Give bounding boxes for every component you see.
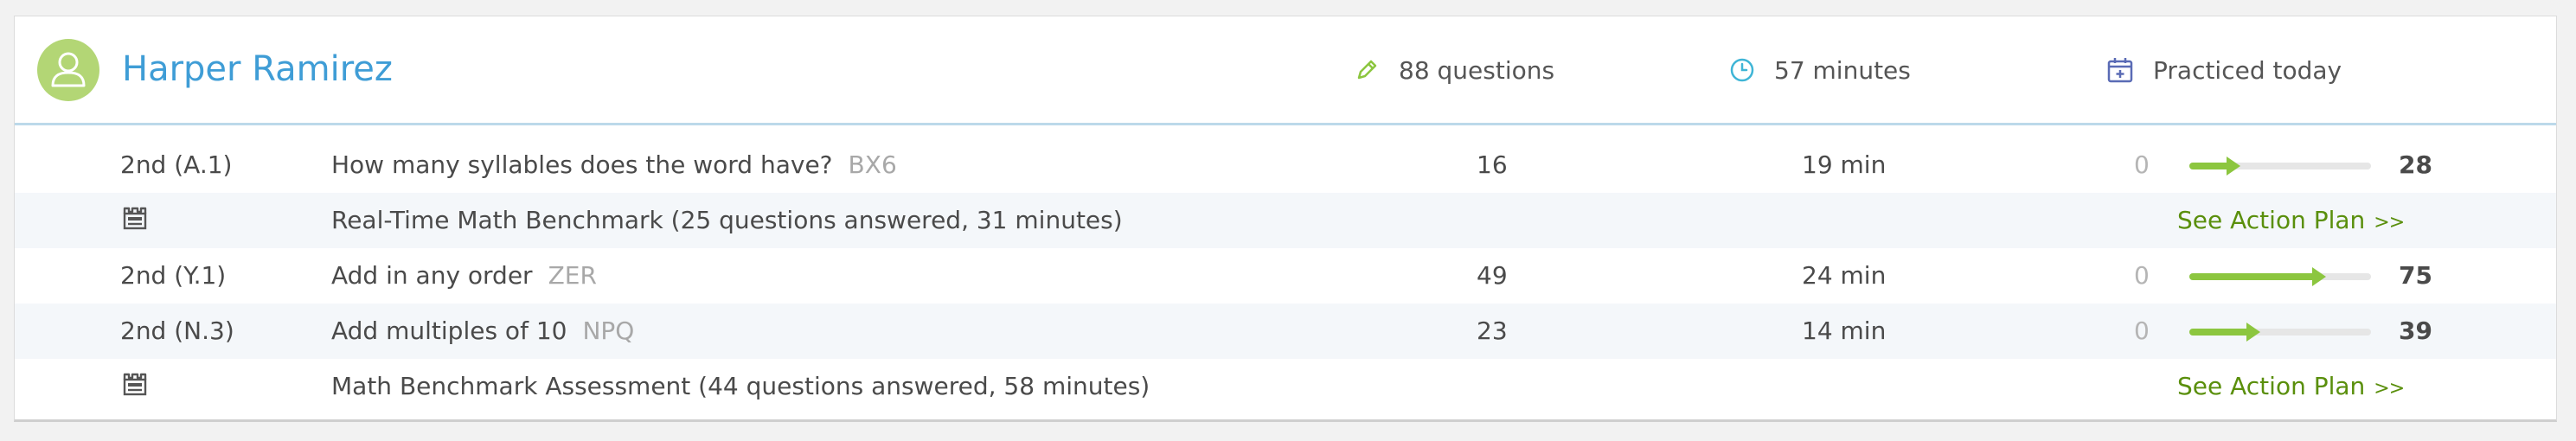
clock-icon — [1730, 58, 1754, 82]
skill-row[interactable]: 2nd (N.3) Add multiples of 10 NPQ 23 14 m… — [15, 304, 2556, 359]
skill-name-cell: Add in any order ZER — [331, 248, 597, 304]
benchmark-icon — [120, 204, 150, 240]
skill-questions: 16 — [1477, 150, 1508, 179]
progress-arrow-icon — [2246, 323, 2260, 342]
benchmark-text: Real-Time Math Benchmark (25 questions a… — [331, 206, 1123, 234]
progress-bar — [2189, 323, 2371, 342]
avatar — [37, 39, 99, 101]
pencil-icon — [1357, 60, 1377, 80]
skill-start-score: 0 — [2134, 261, 2150, 290]
skill-name[interactable]: Add multiples of 10 — [331, 316, 567, 345]
benchmark-text: Math Benchmark Assessment (44 questions … — [331, 372, 1150, 400]
see-action-plan-link[interactable]: See Action Plan >> — [2177, 359, 2405, 417]
see-action-plan-link[interactable]: See Action Plan >> — [2177, 193, 2405, 251]
time-stat: 57 minutes — [1729, 53, 1911, 87]
questions-stat: 88 questions — [1354, 53, 1554, 87]
progress-bar — [2189, 267, 2371, 286]
skill-end-score: 39 — [2399, 316, 2432, 345]
progress-arrow-icon — [2227, 157, 2240, 176]
calendar-icon — [2107, 58, 2133, 83]
benchmark-row: Math Benchmark Assessment (44 questions … — [15, 359, 2556, 414]
student-header: Harper Ramirez 88 questions 57 minutes P… — [15, 16, 2556, 125]
progress-bar-fill — [2189, 273, 2319, 280]
practiced-stat: Practiced today — [2106, 53, 2342, 87]
skill-time: 24 min — [1802, 261, 1887, 290]
skill-code: ZER — [548, 261, 597, 290]
progress-bar-fill — [2189, 329, 2253, 336]
skill-grade: 2nd (N.3) — [120, 316, 234, 345]
skill-row[interactable]: 2nd (Y.1) Add in any order ZER 49 24 min … — [15, 248, 2556, 304]
user-icon — [51, 52, 86, 87]
double-chevron-right-icon: >> — [2374, 378, 2405, 399]
skill-code: BX6 — [848, 150, 897, 179]
skill-name[interactable]: Add in any order — [331, 261, 533, 290]
skill-end-score: 28 — [2399, 150, 2432, 179]
skill-end-score: 75 — [2399, 261, 2432, 290]
progress-bar — [2189, 157, 2371, 176]
student-activity-card: Harper Ramirez 88 questions 57 minutes P… — [14, 16, 2557, 422]
time-stat-label: 57 minutes — [1774, 55, 1911, 85]
see-action-plan-label: See Action Plan — [2177, 206, 2366, 234]
skill-name-cell: Add multiples of 10 NPQ — [331, 304, 634, 359]
skill-name-cell: How many syllables does the word have? BX… — [331, 137, 897, 193]
skill-time: 14 min — [1802, 316, 1887, 345]
skill-questions: 49 — [1477, 261, 1508, 290]
see-action-plan-label: See Action Plan — [2177, 372, 2366, 400]
skill-code: NPQ — [582, 316, 635, 345]
skill-row[interactable]: 2nd (A.1) How many syllables does the wo… — [15, 137, 2556, 193]
skill-time: 19 min — [1802, 150, 1887, 179]
double-chevron-right-icon: >> — [2374, 212, 2405, 233]
questions-stat-label: 88 questions — [1399, 55, 1555, 85]
skill-grade: 2nd (A.1) — [120, 150, 233, 179]
skill-start-score: 0 — [2134, 150, 2150, 179]
skill-questions: 23 — [1477, 316, 1508, 345]
progress-arrow-icon — [2312, 267, 2326, 286]
practiced-stat-label: Practiced today — [2153, 55, 2342, 85]
student-name[interactable]: Harper Ramirez — [122, 48, 393, 91]
benchmark-icon — [120, 370, 150, 406]
skill-name[interactable]: How many syllables does the word have? — [331, 150, 833, 179]
skill-start-score: 0 — [2134, 316, 2150, 345]
benchmark-row: Real-Time Math Benchmark (25 questions a… — [15, 193, 2556, 248]
skill-grade: 2nd (Y.1) — [120, 261, 227, 290]
